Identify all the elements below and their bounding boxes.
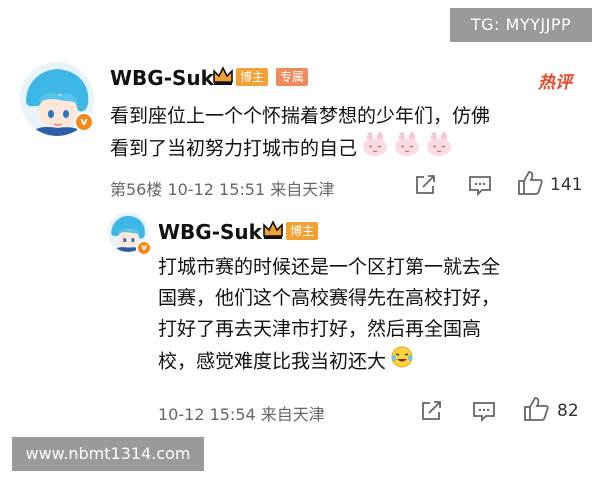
comment-text-line: 看到了当初努力打城市的自己 <box>110 132 580 166</box>
like-count: 141 <box>550 175 583 195</box>
comment-text: 看到座位上一个个怀揣着梦想的少年们，仿佛 看到了当初努力打城市的自己 <box>110 100 580 166</box>
reply-text-line: 打好了再去天津市打好，然后再全国高 <box>158 318 482 340</box>
bunny-emoji-icon <box>393 132 421 166</box>
comment-username[interactable]: WBG-Suk <box>110 66 214 90</box>
reply-text-line: 打城市赛的时候还是一个区打第一就去全 <box>158 256 501 278</box>
comment-icon[interactable] <box>472 400 496 422</box>
blogger-badge: 博主 <box>236 68 269 86</box>
reply-text: 打城市赛的时候还是一个区打第一就去全 国赛，他们这个高校赛得先在高校打好， 打好… <box>158 252 588 379</box>
like-icon[interactable] <box>522 396 550 422</box>
verified-badge-icon: v <box>74 112 94 132</box>
pro-badge: 专属 <box>276 68 309 86</box>
comment-icon[interactable] <box>468 174 492 196</box>
bunny-emoji-icon <box>361 132 389 166</box>
share-icon[interactable] <box>420 400 444 422</box>
share-icon[interactable] <box>414 174 438 196</box>
verified-badge-icon: v <box>136 240 152 256</box>
watermark-bottom: www.nbmt1314.com <box>12 437 204 471</box>
crown-icon <box>263 220 283 239</box>
hot-comment-label: 热评 <box>538 73 572 93</box>
reply-text-line-body: 校，感觉难度比我当初还大 <box>158 350 387 373</box>
watermark-top: TG: MYYJJPP <box>450 8 592 42</box>
comment-text-line: 看到座位上一个个怀揣着梦想的少年们，仿佛 <box>110 105 491 127</box>
reply-text-line: 校，感觉难度比我当初还大 <box>158 345 588 379</box>
reply-username[interactable]: WBG-Suk <box>158 220 262 244</box>
blogger-badge: 博主 <box>286 222 319 240</box>
comment-text-line-body: 看到了当初努力打城市的自己 <box>110 137 358 160</box>
like-count: 82 <box>557 401 579 421</box>
crown-icon <box>213 66 233 85</box>
reply-meta: 10-12 15:54 来自天津 <box>158 405 325 424</box>
comment-meta: 第56楼 10-12 15:51 来自天津 <box>110 180 335 199</box>
bunny-emoji-icon <box>425 132 453 166</box>
like-icon[interactable] <box>516 170 544 196</box>
laughing-tears-emoji-icon <box>390 345 414 379</box>
reply-text-line: 国赛，他们这个高校赛得先在高校打好， <box>158 287 501 309</box>
